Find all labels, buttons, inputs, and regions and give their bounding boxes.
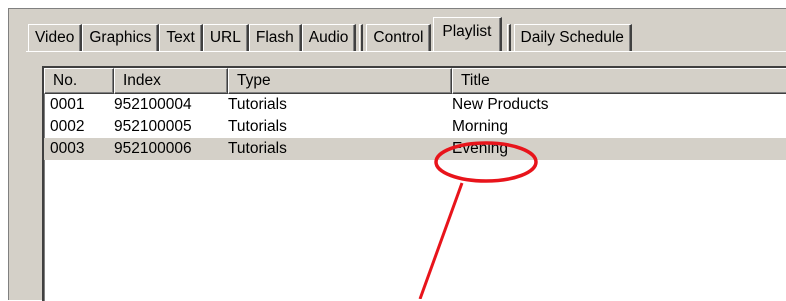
tab-separator — [359, 24, 364, 51]
table-header: No. Index Type Title — [44, 68, 786, 94]
cell-type: Tutorials — [228, 96, 287, 113]
column-header-title[interactable]: Title — [452, 68, 786, 94]
tab-panel-edge — [26, 51, 786, 52]
cell-index: 952100006 — [114, 140, 192, 157]
table-row[interactable]: 0002 952100005 Tutorials Morning — [44, 116, 786, 138]
tab-control[interactable]: Control — [366, 24, 432, 51]
tab-playlist[interactable]: Playlist — [433, 17, 502, 51]
tab-flash[interactable]: Flash — [248, 24, 302, 51]
tab-bar: Video Graphics Text URL Flash Audio Cont… — [28, 15, 632, 51]
tab-video[interactable]: Video — [28, 24, 83, 51]
cell-no: 0001 — [50, 96, 85, 113]
playlist-table[interactable]: No. Index Type Title 0001 952100004 Tuto… — [42, 66, 786, 301]
tab-graphics[interactable]: Graphics — [82, 24, 160, 51]
tab-url[interactable]: URL — [202, 24, 249, 51]
tab-separator — [506, 24, 511, 51]
cell-title: Morning — [452, 118, 508, 135]
cell-type: Tutorials — [228, 118, 287, 135]
tab-daily-schedule[interactable]: Daily Schedule — [513, 24, 632, 51]
table-row[interactable]: 0001 952100004 Tutorials New Products — [44, 94, 786, 116]
cell-index: 952100005 — [114, 118, 192, 135]
column-header-no[interactable]: No. — [44, 68, 114, 94]
tab-text[interactable]: Text — [159, 24, 203, 51]
cell-type: Tutorials — [228, 140, 287, 157]
column-header-index[interactable]: Index — [114, 68, 228, 94]
cell-no: 0003 — [50, 140, 85, 157]
cell-index: 952100004 — [114, 96, 192, 113]
cell-no: 0002 — [50, 118, 85, 135]
tab-audio[interactable]: Audio — [301, 24, 357, 51]
cell-title: Evening — [452, 140, 509, 157]
table-row-selected[interactable]: 0003 952100006 Tutorials Evening — [44, 138, 786, 160]
cell-title: New Products — [452, 96, 549, 113]
column-header-type[interactable]: Type — [228, 68, 452, 94]
